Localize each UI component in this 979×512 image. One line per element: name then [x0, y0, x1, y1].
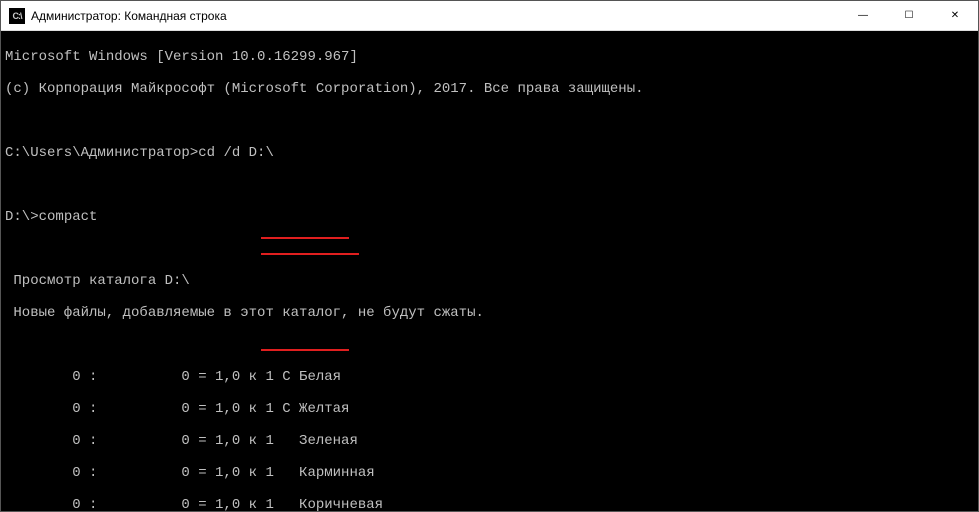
prompt-command: cd /d D:\	[198, 145, 274, 161]
blank-line	[5, 241, 974, 257]
window-controls: — ☐ ✕	[840, 1, 978, 30]
blank-line	[5, 177, 974, 193]
prompt-prefix: C:\Users\Администратор>	[5, 145, 198, 161]
annotation-underline	[261, 237, 349, 239]
prompt-line: D:\>compact	[5, 209, 974, 225]
output-line: Просмотр каталога D:\	[5, 273, 974, 289]
minimize-button[interactable]: —	[840, 1, 886, 30]
prompt-command: compact	[39, 209, 98, 225]
blank-line	[5, 113, 974, 129]
annotation-underline	[261, 253, 359, 255]
blank-line	[5, 337, 974, 353]
prompt-line: C:\Users\Администратор>cd /d D:\	[5, 145, 974, 161]
output-line: (c) Корпорация Майкрософт (Microsoft Cor…	[5, 81, 974, 97]
close-button[interactable]: ✕	[932, 1, 978, 30]
annotation-underline	[261, 349, 349, 351]
listing-row: 0 : 0 = 1,0 к 1 Коричневая	[5, 497, 974, 511]
listing-row: 0 : 0 = 1,0 к 1 Зеленая	[5, 433, 974, 449]
terminal-area[interactable]: Microsoft Windows [Version 10.0.16299.96…	[1, 31, 978, 511]
listing-row: 0 : 0 = 1,0 к 1 C Белая	[5, 369, 974, 385]
listing-row: 0 : 0 = 1,0 к 1 C Желтая	[5, 401, 974, 417]
titlebar[interactable]: C:\ Администратор: Командная строка — ☐ …	[1, 1, 978, 31]
output-line: Microsoft Windows [Version 10.0.16299.96…	[5, 49, 974, 65]
window-title: Администратор: Командная строка	[31, 9, 840, 23]
cmd-window: C:\ Администратор: Командная строка — ☐ …	[0, 0, 979, 512]
maximize-button[interactable]: ☐	[886, 1, 932, 30]
prompt-prefix: D:\>	[5, 209, 39, 225]
cmd-icon: C:\	[9, 8, 25, 24]
output-line: Новые файлы, добавляемые в этот каталог,…	[5, 305, 974, 321]
listing-row: 0 : 0 = 1,0 к 1 Карминная	[5, 465, 974, 481]
